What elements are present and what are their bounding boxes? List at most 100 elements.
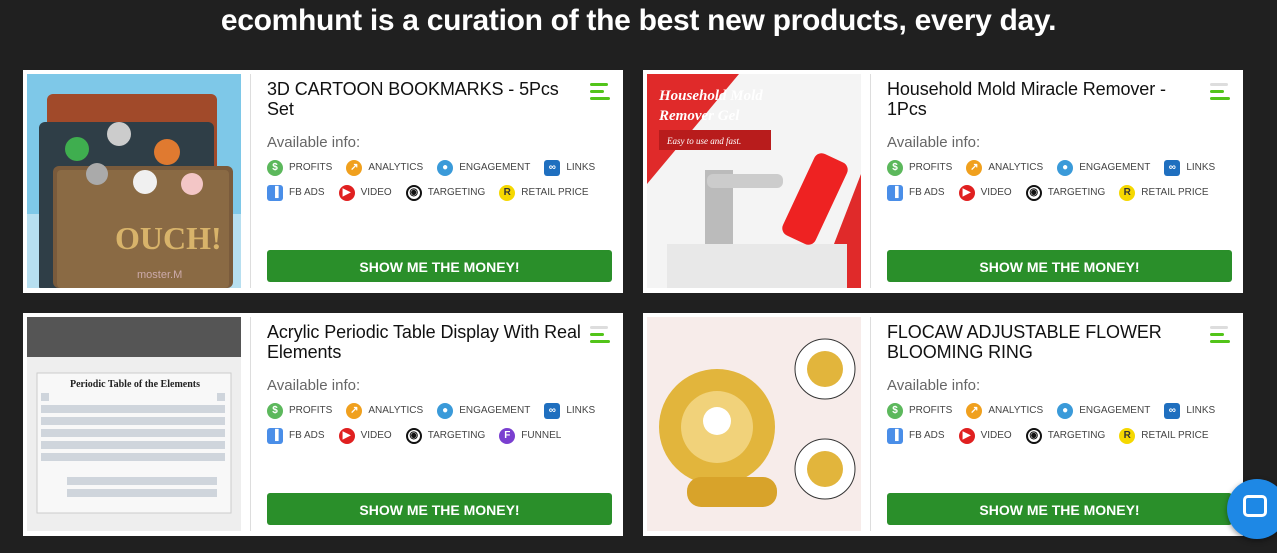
product-title[interactable]: Household Mold Miracle Remover - 1Pcs <box>887 79 1207 119</box>
chat-icon <box>1243 495 1267 517</box>
svg-text:Remover Gel: Remover Gel <box>658 108 740 124</box>
chip-label: LINKS <box>566 405 596 416</box>
video-play-icon: ▶ <box>338 427 355 444</box>
chip-row: ▐ FB ADS ▶ VIDEO ◉ TARGETING R RETAIL PRICE <box>887 180 1227 205</box>
video-play-icon: ▶ <box>338 184 355 201</box>
video-play-icon: ▶ <box>958 184 975 201</box>
product-card[interactable]: OUCH! moster.M 3D CARTOON BOOKMARKS - 5P… <box>23 70 623 293</box>
show-me-the-money-button[interactable]: SHOW ME THE MONEY! <box>267 250 612 282</box>
chip-label: FB ADS <box>909 187 945 198</box>
info-chips: $ PROFITS ↗ ANALYTICS ● ENGAGEMENT ∞ LINKS ▐ FB A… <box>267 398 607 448</box>
available-info-label: Available info: <box>267 377 361 394</box>
info-chip: ∞ LINKS <box>544 402 596 419</box>
chip-row: $ PROFITS ↗ ANALYTICS ● ENGAGEMENT ∞ LINKS <box>887 155 1227 180</box>
info-chip: ● ENGAGEMENT <box>1057 159 1151 176</box>
chip-label: VIDEO <box>980 430 1012 441</box>
info-chip: ● ENGAGEMENT <box>1057 402 1150 419</box>
chip-label: TARGETING <box>427 430 486 441</box>
analytics-icon: ↗ <box>346 402 363 419</box>
info-chip: R RETAIL PRICE <box>499 184 589 201</box>
info-chip: $ PROFITS <box>267 402 332 419</box>
info-chip: ◉ TARGETING <box>1025 427 1106 444</box>
product-image[interactable]: Household Mold Remover Gel Easy to use a… <box>647 74 861 288</box>
score-icon <box>590 81 612 103</box>
info-chip: ◉ TARGETING <box>405 427 486 444</box>
chip-label: PROFITS <box>289 162 333 173</box>
dollar-icon: $ <box>267 159 283 176</box>
info-chip: R RETAIL PRICE <box>1119 427 1209 444</box>
chip-label: FUNNEL <box>521 430 562 441</box>
chip-row: $ PROFITS ↗ ANALYTICS ● ENGAGEMENT ∞ LINKS <box>267 398 607 423</box>
engagement-icon: ● <box>1057 402 1074 419</box>
chip-label: LINKS <box>1186 405 1216 416</box>
product-image[interactable]: OUCH! moster.M <box>27 74 241 288</box>
info-chip: ◉ TARGETING <box>405 184 485 201</box>
link-icon: ∞ <box>544 402 561 419</box>
info-chip: ▶ VIDEO <box>958 427 1012 444</box>
link-icon: ∞ <box>1164 402 1181 419</box>
chip-label: FB ADS <box>909 430 945 441</box>
score-icon <box>1210 324 1232 346</box>
divider <box>870 317 871 531</box>
product-title[interactable]: FLOCAW ADJUSTABLE FLOWER BLOOMING RING <box>887 322 1207 362</box>
chip-row: ▐ FB ADS ▶ VIDEO ◉ TARGETING R RETAIL PRICE <box>887 423 1227 448</box>
show-me-the-money-button[interactable]: SHOW ME THE MONEY! <box>267 493 612 525</box>
svg-text:moster.M: moster.M <box>137 269 182 281</box>
chip-label: RETAIL PRICE <box>521 187 589 198</box>
target-icon: ◉ <box>1025 184 1042 201</box>
video-play-icon: ▶ <box>958 427 975 444</box>
retail-price-icon: R <box>1119 427 1136 444</box>
product-image[interactable]: Periodic Table of the Elements <box>27 317 241 531</box>
dollar-icon: $ <box>887 159 903 176</box>
info-chip: ↗ ANALYTICS <box>346 159 424 176</box>
info-chip: ↗ ANALYTICS <box>346 402 424 419</box>
svg-text:Easy to use and fast.: Easy to use and fast. <box>666 136 741 146</box>
link-icon: ∞ <box>1164 159 1181 176</box>
chip-label: RETAIL PRICE <box>1141 430 1209 441</box>
info-chip: $ PROFITS <box>267 159 333 176</box>
engagement-icon: ● <box>437 159 454 176</box>
image-text: OUCH! <box>115 220 222 256</box>
chip-label: VIDEO <box>360 187 392 198</box>
product-title[interactable]: 3D CARTOON BOOKMARKS - 5Pcs Set <box>267 79 587 119</box>
target-icon: ◉ <box>405 184 422 201</box>
target-icon: ◉ <box>405 427 422 444</box>
info-chip: ▐ FB ADS <box>887 427 945 444</box>
chip-label: PROFITS <box>909 162 953 173</box>
chip-label: ANALYTICS <box>368 162 424 173</box>
divider <box>250 317 251 531</box>
product-card[interactable]: FLOCAW ADJUSTABLE FLOWER BLOOMING RING A… <box>643 313 1243 536</box>
info-chip: ▶ VIDEO <box>958 184 1012 201</box>
chip-label: ENGAGEMENT <box>1079 162 1151 173</box>
product-card[interactable]: Household Mold Remover Gel Easy to use a… <box>643 70 1243 293</box>
fb-ads-icon: ▐ <box>887 184 903 201</box>
chip-label: TARGETING <box>1047 430 1106 441</box>
info-chip: ▐ FB ADS <box>267 427 325 444</box>
chip-label: VIDEO <box>980 187 1012 198</box>
funnel-icon: F <box>499 427 516 444</box>
info-chip: ∞ LINKS <box>1164 402 1216 419</box>
available-info-label: Available info: <box>887 377 981 394</box>
product-image[interactable] <box>647 317 861 531</box>
info-chip: ∞ LINKS <box>544 159 595 176</box>
chip-label: ANALYTICS <box>368 405 424 416</box>
svg-text:Periodic Table of the Elements: Periodic Table of the Elements <box>70 379 200 390</box>
chip-label: PROFITS <box>909 405 953 416</box>
fb-ads-icon: ▐ <box>267 184 283 201</box>
retail-price-icon: R <box>1119 184 1136 201</box>
info-chip: F FUNNEL <box>499 427 562 444</box>
chip-label: VIDEO <box>360 430 392 441</box>
chip-label: FB ADS <box>289 187 325 198</box>
score-icon <box>1210 81 1232 103</box>
show-me-the-money-button[interactable]: SHOW ME THE MONEY! <box>887 493 1232 525</box>
svg-text:Household Mold: Household Mold <box>658 88 763 104</box>
info-chip: ∞ LINKS <box>1164 159 1215 176</box>
chip-label: RETAIL PRICE <box>1141 187 1209 198</box>
chip-label: ANALYTICS <box>988 162 1044 173</box>
product-title[interactable]: Acrylic Periodic Table Display With Real… <box>267 322 587 362</box>
show-me-the-money-button[interactable]: SHOW ME THE MONEY! <box>887 250 1232 282</box>
product-card[interactable]: Periodic Table of the Elements Acrylic P… <box>23 313 623 536</box>
chip-label: FB ADS <box>289 430 325 441</box>
info-chip: ▶ VIDEO <box>338 427 392 444</box>
dollar-icon: $ <box>267 402 283 419</box>
